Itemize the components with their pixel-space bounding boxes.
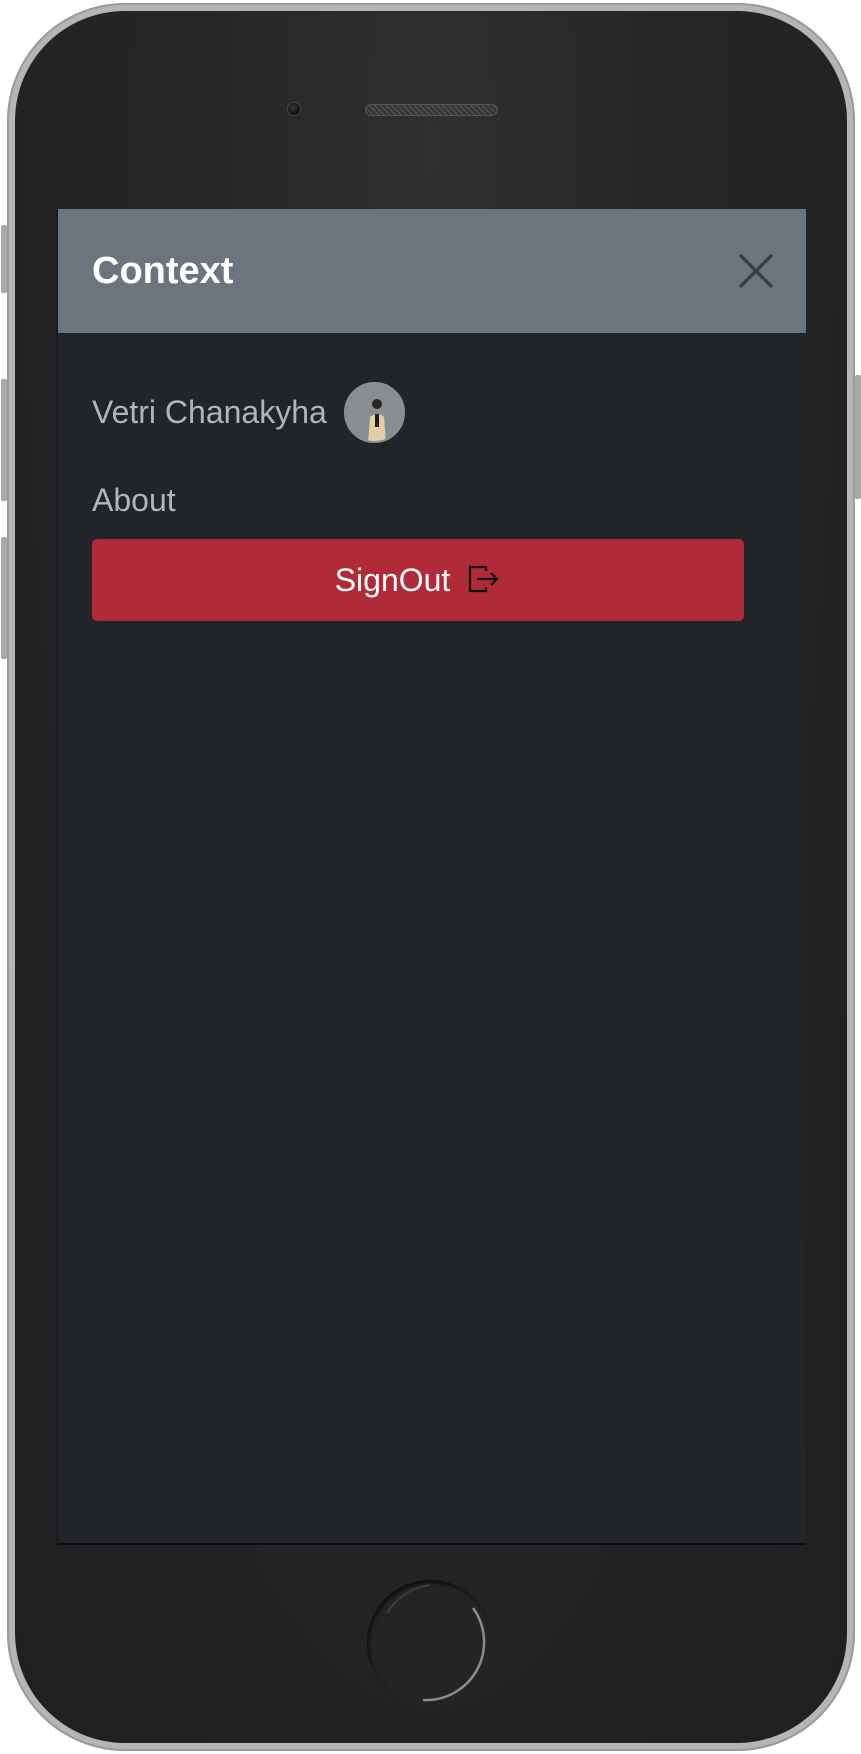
close-icon xyxy=(739,254,773,288)
user-name: Vetri Chanakyha xyxy=(92,394,327,430)
silent-switch xyxy=(1,225,7,293)
about-link[interactable]: About xyxy=(92,480,176,520)
signout-label: SignOut xyxy=(334,562,451,598)
app-screen: Context Vetri Chanakyha About SignOut xyxy=(56,209,806,1545)
close-button[interactable] xyxy=(736,251,776,291)
user-profile: Vetri Chanakyha xyxy=(92,381,405,443)
avatar-image xyxy=(345,383,403,441)
volume-up-button xyxy=(1,379,7,501)
power-button xyxy=(855,375,861,499)
home-button-ring-icon xyxy=(386,1584,486,1702)
earpiece-speaker xyxy=(365,104,498,116)
avatar xyxy=(343,381,405,443)
front-camera xyxy=(287,102,301,116)
offcanvas-header: Context xyxy=(58,209,806,333)
volume-down-button xyxy=(1,537,7,659)
home-button[interactable] xyxy=(367,1580,493,1706)
signout-button[interactable]: SignOut xyxy=(92,539,744,621)
page-title: Context xyxy=(92,250,234,292)
box-arrow-right-icon xyxy=(467,563,501,597)
